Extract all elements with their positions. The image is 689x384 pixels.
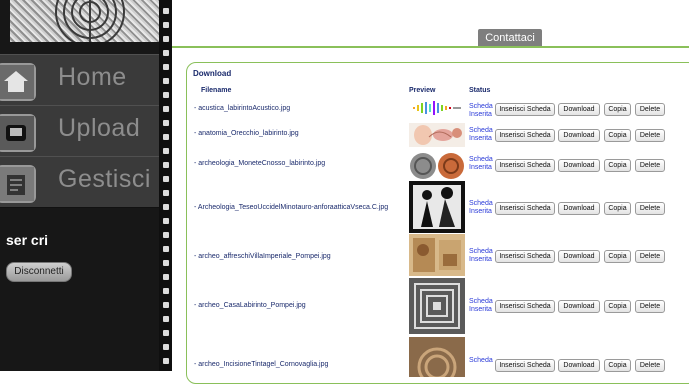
column-header-preview: Preview: [409, 87, 436, 94]
file-name[interactable]: - Archeologia_TeseoUccidelMinotauro-anfo…: [194, 204, 388, 211]
column-header-status: Status: [469, 87, 491, 94]
user-name: ser cri: [6, 232, 49, 248]
delete-button[interactable]: Delete: [635, 250, 665, 263]
delete-button[interactable]: Delete: [635, 300, 665, 313]
download-button[interactable]: Download: [558, 202, 600, 215]
download-button[interactable]: Download: [558, 103, 600, 116]
download-button[interactable]: Download: [558, 159, 600, 172]
file-name[interactable]: - archeologia_MoneteCnosso_labirinto.jpg: [194, 160, 325, 167]
file-name[interactable]: - archeo_affreschiVillaImperiale_Pompei.…: [194, 253, 331, 260]
nav-home[interactable]: Home: [0, 54, 159, 106]
home-icon: [0, 63, 36, 101]
sidebar: Home Upload Gestisci ser cri Disconnetti: [0, 0, 172, 371]
status-text: Scheda Inserita: [469, 298, 493, 313]
disconnect-button[interactable]: Disconnetti: [6, 262, 72, 282]
manage-icon: [0, 165, 36, 203]
status-text: Scheda Inserita: [469, 200, 493, 215]
preview-thumbnail[interactable]: [409, 278, 465, 334]
copy-button[interactable]: Copia: [604, 250, 631, 263]
header-divider: [172, 46, 689, 48]
preview-thumbnail[interactable]: [409, 181, 465, 233]
download-button[interactable]: Download: [558, 359, 600, 372]
insert-record-button[interactable]: Inserisci Scheda: [495, 103, 555, 116]
file-name[interactable]: - acustica_labirintoAcustico.jpg: [194, 105, 290, 112]
copy-button[interactable]: Copia: [604, 359, 631, 372]
preview-thumbnail[interactable]: [409, 101, 465, 115]
status-text: Scheda Inserita: [469, 156, 493, 171]
insert-record-button[interactable]: Inserisci Scheda: [495, 359, 555, 372]
delete-button[interactable]: Delete: [635, 159, 665, 172]
copy-button[interactable]: Copia: [604, 300, 631, 313]
download-button[interactable]: Download: [558, 129, 600, 142]
panel-title: Download: [193, 69, 232, 78]
labyrinth-logo: [10, 0, 165, 42]
file-name[interactable]: - archeo_IncisioneTintagel_Cornovaglia.j…: [194, 361, 328, 368]
film-strip: [159, 0, 172, 371]
delete-button[interactable]: Delete: [635, 103, 665, 116]
status-text: Scheda Inserita: [469, 127, 493, 142]
delete-button[interactable]: Delete: [635, 202, 665, 215]
preview-thumbnail[interactable]: [409, 234, 465, 276]
upload-icon: [0, 114, 36, 152]
nav-manage-label: Gestisci: [58, 165, 151, 193]
preview-thumbnail[interactable]: [409, 337, 465, 384]
copy-button[interactable]: Copia: [604, 103, 631, 116]
download-button[interactable]: Download: [558, 250, 600, 263]
copy-button[interactable]: Copia: [604, 159, 631, 172]
copy-button[interactable]: Copia: [604, 202, 631, 215]
insert-record-button[interactable]: Inserisci Scheda: [495, 250, 555, 263]
file-name[interactable]: - anatomia_Orecchio_labirinto.jpg: [194, 130, 299, 137]
nav-upload[interactable]: Upload: [0, 105, 159, 157]
nav-manage[interactable]: Gestisci: [0, 156, 159, 208]
preview-thumbnail[interactable]: [409, 152, 465, 180]
file-name[interactable]: - archeo_CasaLabirinto_Pompei.jpg: [194, 302, 306, 309]
insert-record-button[interactable]: Inserisci Scheda: [495, 129, 555, 142]
column-header-filename: Filename: [201, 87, 232, 94]
insert-record-button[interactable]: Inserisci Scheda: [495, 159, 555, 172]
status-text: Scheda: [469, 357, 493, 364]
delete-button[interactable]: Delete: [635, 359, 665, 372]
status-text: Scheda Inserita: [469, 248, 493, 263]
insert-record-button[interactable]: Inserisci Scheda: [495, 300, 555, 313]
delete-button[interactable]: Delete: [635, 129, 665, 142]
nav-home-label: Home: [58, 63, 127, 91]
insert-record-button[interactable]: Inserisci Scheda: [495, 202, 555, 215]
download-button[interactable]: Download: [558, 300, 600, 313]
copy-button[interactable]: Copia: [604, 129, 631, 142]
status-text: Scheda Inserita: [469, 103, 493, 118]
download-panel: Download Filename Preview Status - acust…: [186, 62, 689, 384]
preview-thumbnail[interactable]: [409, 123, 465, 147]
nav-upload-label: Upload: [58, 114, 141, 142]
